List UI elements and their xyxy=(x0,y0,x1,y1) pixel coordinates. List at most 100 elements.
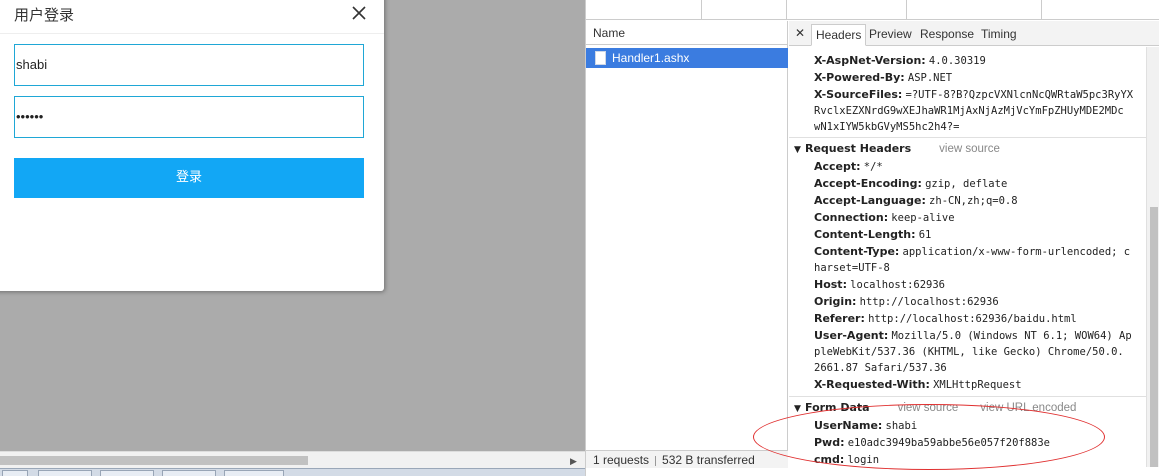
taskbar-item[interactable] xyxy=(100,470,154,476)
taskbar-item[interactable] xyxy=(162,470,216,476)
header-value: application/x-www-form-urlencoded; c xyxy=(902,246,1131,258)
page-viewport: 用户登录 shabi •••••• 登录 ▶ xyxy=(0,0,585,476)
header-name: Accept-Encoding: xyxy=(814,177,922,190)
header-value-continuation: pleWebKit/537.36 (KHTML, like Gecko) Chr… xyxy=(814,346,1124,358)
close-icon[interactable] xyxy=(350,4,368,22)
header-name: Content-Type: xyxy=(814,245,900,258)
header-value: http://localhost:62936 xyxy=(859,296,999,308)
taskbar-item[interactable] xyxy=(38,470,92,476)
dialog-header: 用户登录 xyxy=(0,0,384,34)
header-value: XMLHttpRequest xyxy=(933,379,1022,391)
tab-headers[interactable]: Headers xyxy=(811,24,867,46)
request-list: Name Handler1.ashx xyxy=(586,21,788,450)
header-row: X-Powered-By: ASP.NET xyxy=(814,69,952,87)
header-name: Connection: xyxy=(814,211,889,224)
header-name: Host: xyxy=(814,278,847,291)
form-field-value: shabi xyxy=(885,420,918,432)
form-field-name: Pwd: xyxy=(814,436,845,449)
header-row: Accept-Language: zh-CN,zh;q=0.8 xyxy=(814,192,1018,210)
detail-tab-bar: ✕ Headers Preview Response Timing xyxy=(789,21,1159,46)
request-count: 1 requests xyxy=(593,453,650,467)
tab-preview[interactable]: Preview xyxy=(865,24,916,46)
request-detail: ✕ Headers Preview Response Timing X-AspN… xyxy=(789,21,1159,476)
view-source-link[interactable]: view source xyxy=(898,402,959,414)
form-data-row: UserName: shabi xyxy=(814,417,917,435)
header-row: Referer: http://localhost:62936/baidu.ht… xyxy=(814,310,1077,328)
header-value: Mozilla/5.0 (Windows NT 6.1; WOW64) Ap xyxy=(891,330,1132,342)
status-bar: 1 requests 532 B transferred xyxy=(586,450,788,468)
form-field-value: login xyxy=(847,454,880,466)
header-value: zh-CN,zh;q=0.8 xyxy=(929,195,1018,207)
header-row: Content-Length: 61 xyxy=(814,226,931,244)
header-row: Accept: */* xyxy=(814,158,883,176)
dialog-title: 用户登录 xyxy=(14,6,75,24)
header-name: X-Requested-With: xyxy=(814,378,930,391)
collapse-triangle-icon: ▼ xyxy=(794,145,801,155)
header-row: Content-Type: application/x-www-form-url… xyxy=(814,243,1130,261)
scrollbar-thumb[interactable] xyxy=(1150,207,1158,467)
taskbar-item[interactable] xyxy=(224,470,284,476)
header-value-continuation: harset=UTF-8 xyxy=(814,262,890,274)
view-source-link[interactable]: view source xyxy=(939,143,1000,155)
header-name: Referer: xyxy=(814,312,865,325)
name-column-header[interactable]: Name xyxy=(586,21,788,45)
header-value: 4.0.30319 xyxy=(928,55,986,67)
tab-timing[interactable]: Timing xyxy=(977,24,1021,46)
header-name: X-AspNet-Version: xyxy=(814,54,926,67)
collapse-triangle-icon: ▼ xyxy=(794,404,801,414)
header-row: X-SourceFiles: =?UTF-8?B?QzpcVXNlcnNcQWR… xyxy=(814,86,1133,104)
header-value-continuation: 2661.87 Safari/537.36 xyxy=(814,362,947,374)
form-data-row: cmd: login xyxy=(814,451,879,469)
taskbar-item[interactable] xyxy=(2,470,28,476)
header-name: X-Powered-By: xyxy=(814,71,905,84)
scroll-right-arrow-icon[interactable]: ▶ xyxy=(570,456,577,467)
header-row: User-Agent: Mozilla/5.0 (Windows NT 6.1;… xyxy=(814,327,1132,345)
username-input[interactable]: shabi xyxy=(14,44,364,86)
header-row: X-Requested-With: XMLHttpRequest xyxy=(814,376,1022,394)
header-name: Accept: xyxy=(814,160,861,173)
scrollbar-thumb[interactable] xyxy=(0,456,308,465)
header-name: X-SourceFiles: xyxy=(814,88,903,101)
header-value: ASP.NET xyxy=(907,72,953,84)
tab-response[interactable]: Response xyxy=(916,24,978,46)
header-value: gzip, deflate xyxy=(925,178,1008,190)
request-headers-title[interactable]: ▼ Request Headers view source xyxy=(794,140,1000,159)
header-row: Connection: keep-alive xyxy=(814,209,955,227)
horizontal-scrollbar[interactable]: ▶ xyxy=(0,451,585,468)
form-field-name: cmd: xyxy=(814,453,845,466)
view-url-encoded-link[interactable]: view URL encoded xyxy=(980,402,1076,414)
form-field-value: e10adc3949ba59abbe56e057f20f883e xyxy=(847,437,1050,449)
devtools-network-panel: Name Handler1.ashx 1 requests 532 B trans… xyxy=(585,0,1159,476)
header-row: Host: localhost:62936 xyxy=(814,276,945,294)
filter-strip xyxy=(586,0,1159,20)
login-button[interactable]: 登录 xyxy=(14,158,364,198)
header-value: keep-alive xyxy=(891,212,955,224)
request-name: Handler1.ashx xyxy=(612,51,690,65)
header-row: Accept-Encoding: gzip, deflate xyxy=(814,175,1007,193)
header-row: X-AspNet-Version: 4.0.30319 xyxy=(814,52,986,70)
header-value: http://localhost:62936/baidu.html xyxy=(868,313,1077,325)
header-value: 61 xyxy=(918,229,932,241)
form-data-row: Pwd: e10adc3949ba59abbe56e057f20f883e xyxy=(814,434,1050,452)
login-dialog: 用户登录 shabi •••••• 登录 xyxy=(0,0,384,291)
transferred-size: 532 B transferred xyxy=(662,453,755,467)
header-value: */* xyxy=(863,161,883,173)
header-row: Origin: http://localhost:62936 xyxy=(814,293,999,311)
taskbar xyxy=(0,468,585,476)
header-value: localhost:62936 xyxy=(850,279,945,291)
header-name: User-Agent: xyxy=(814,329,889,342)
request-row[interactable]: Handler1.ashx xyxy=(586,48,788,68)
headers-pane: X-AspNet-Version: 4.0.30319 X-Powered-By… xyxy=(789,47,1146,476)
header-value-continuation: wN1xIYW5kbGVyMS5hc2h4?= xyxy=(814,121,960,133)
header-value: =?UTF-8?B?QzpcVXNlcnNcQWRtaW5pc3RyYX xyxy=(905,89,1134,101)
form-field-name: UserName: xyxy=(814,419,883,432)
vertical-scrollbar[interactable] xyxy=(1146,47,1159,467)
file-icon xyxy=(595,51,606,65)
password-input[interactable]: •••••• xyxy=(14,96,364,138)
header-name: Accept-Language: xyxy=(814,194,926,207)
close-icon[interactable]: ✕ xyxy=(795,26,805,40)
header-name: Origin: xyxy=(814,295,857,308)
form-data-title[interactable]: ▼ Form Data view source view URL encoded xyxy=(794,399,1076,418)
header-name: Content-Length: xyxy=(814,228,916,241)
header-value-continuation: RvclxEZXNrdG9wXEJhaWR1MjAxNjAzMjVcYmFpZH… xyxy=(814,105,1124,117)
